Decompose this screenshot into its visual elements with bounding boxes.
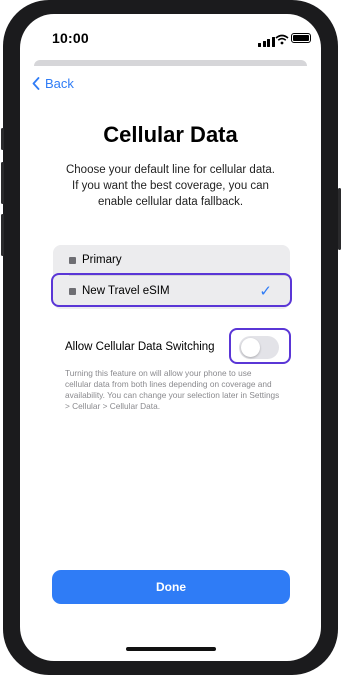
done-button[interactable]: Done <box>52 570 290 604</box>
battery-icon <box>291 33 311 43</box>
line-option-primary[interactable]: Primary <box>53 245 290 275</box>
power-button <box>338 188 341 250</box>
highlight-toggle <box>229 328 291 364</box>
data-switching-label: Allow Cellular Data Switching <box>65 341 215 353</box>
side-button <box>1 128 4 150</box>
chevron-left-icon <box>32 77 40 90</box>
back-button[interactable]: Back <box>32 76 74 91</box>
wifi-icon <box>275 34 289 45</box>
signal-icon <box>258 37 275 47</box>
line-badge-icon <box>69 256 76 264</box>
back-label: Back <box>45 76 74 91</box>
data-switching-footnote: Turning this feature on will allow your … <box>65 368 280 411</box>
volume-up-button <box>1 162 4 204</box>
status-time: 10:00 <box>52 30 89 46</box>
phone-screen: 10:00 Back Cellular Data Choose your def… <box>20 14 321 661</box>
status-bar: 10:00 <box>20 14 321 60</box>
highlight-selected-line <box>51 273 292 307</box>
page-title: Cellular Data <box>103 122 238 147</box>
page-subtitle: Choose your default line for cellular da… <box>65 164 276 208</box>
sheet-edge <box>34 60 307 66</box>
line-label: Primary <box>82 254 122 266</box>
volume-down-button <box>1 214 4 256</box>
home-indicator <box>126 647 216 651</box>
